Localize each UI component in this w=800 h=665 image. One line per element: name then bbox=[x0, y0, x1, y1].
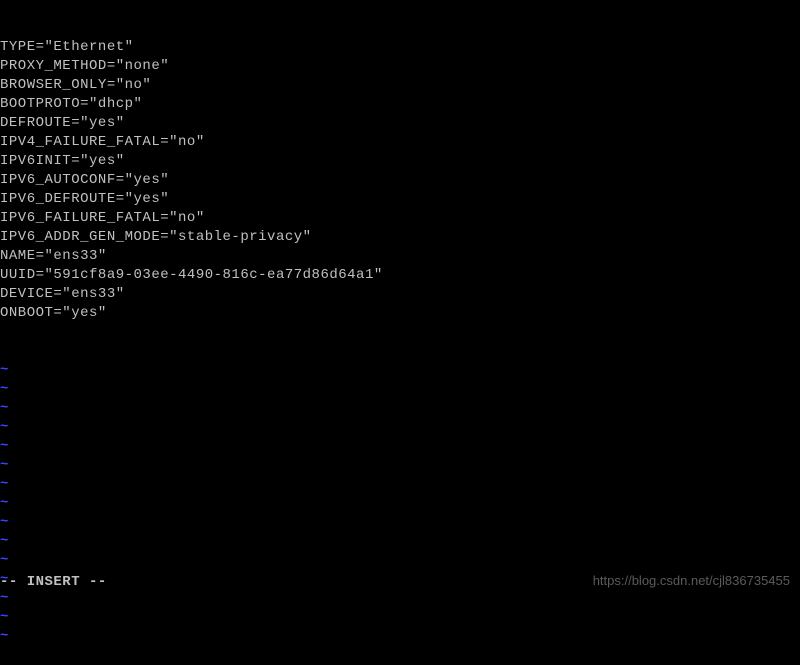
config-line[interactable]: NAME="ens33" bbox=[0, 247, 800, 266]
empty-line-tilde: ~ bbox=[0, 418, 800, 437]
config-line[interactable]: UUID="591cf8a9-03ee-4490-816c-ea77d86d64… bbox=[0, 266, 800, 285]
empty-line-tilde: ~ bbox=[0, 494, 800, 513]
config-line[interactable]: IPV6_ADDR_GEN_MODE="stable-privacy" bbox=[0, 228, 800, 247]
empty-lines: ~~~~~~~~~~~~~~~ bbox=[0, 361, 800, 646]
config-line[interactable]: BROWSER_ONLY="no" bbox=[0, 76, 800, 95]
config-line[interactable]: ONBOOT="yes" bbox=[0, 304, 800, 323]
config-line[interactable]: PROXY_METHOD="none" bbox=[0, 57, 800, 76]
config-line[interactable]: DEVICE="ens33" bbox=[0, 285, 800, 304]
config-line[interactable]: IPV6_AUTOCONF="yes" bbox=[0, 171, 800, 190]
config-line[interactable]: IPV6_FAILURE_FATAL="no" bbox=[0, 209, 800, 228]
empty-line-tilde: ~ bbox=[0, 399, 800, 418]
empty-line-tilde: ~ bbox=[0, 608, 800, 627]
config-line[interactable]: IPV6_DEFROUTE="yes" bbox=[0, 190, 800, 209]
empty-line-tilde: ~ bbox=[0, 627, 800, 646]
config-line[interactable]: BOOTPROTO="dhcp" bbox=[0, 95, 800, 114]
vim-editor[interactable]: TYPE="Ethernet"PROXY_METHOD="none"BROWSE… bbox=[0, 0, 800, 600]
empty-line-tilde: ~ bbox=[0, 437, 800, 456]
empty-line-tilde: ~ bbox=[0, 513, 800, 532]
config-content[interactable]: TYPE="Ethernet"PROXY_METHOD="none"BROWSE… bbox=[0, 38, 800, 323]
config-line[interactable]: DEFROUTE="yes" bbox=[0, 114, 800, 133]
empty-line-tilde: ~ bbox=[0, 361, 800, 380]
vim-status-bar: -- INSERT -- bbox=[0, 573, 107, 592]
watermark: https://blog.csdn.net/cjl836735455 bbox=[593, 571, 790, 590]
empty-line-tilde: ~ bbox=[0, 456, 800, 475]
config-line[interactable]: IPV4_FAILURE_FATAL="no" bbox=[0, 133, 800, 152]
empty-line-tilde: ~ bbox=[0, 380, 800, 399]
config-line[interactable]: TYPE="Ethernet" bbox=[0, 38, 800, 57]
empty-line-tilde: ~ bbox=[0, 551, 800, 570]
empty-line-tilde: ~ bbox=[0, 475, 800, 494]
empty-line-tilde: ~ bbox=[0, 532, 800, 551]
empty-line-tilde: ~ bbox=[0, 589, 800, 608]
config-line[interactable]: IPV6INIT="yes" bbox=[0, 152, 800, 171]
